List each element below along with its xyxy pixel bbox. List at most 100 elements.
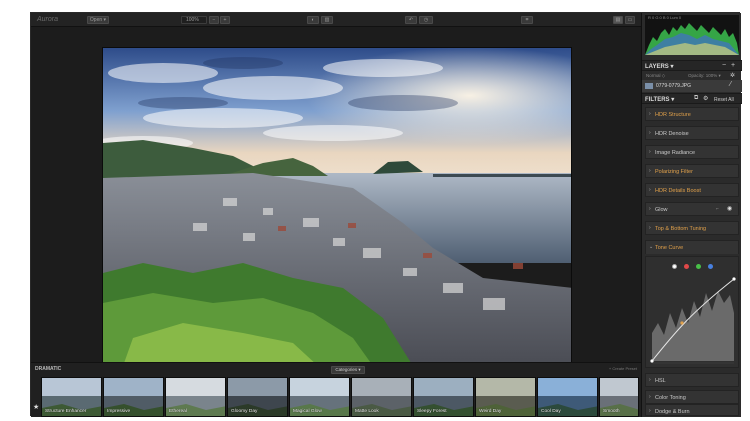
preset-thumb[interactable]: Sleepy Forest — [413, 377, 474, 417]
preset-label: Gloomy Day — [231, 409, 258, 414]
filter-color-toning[interactable]: › Color Toning — [645, 390, 739, 404]
histogram: R 0 G 0 B 0 Lum 0 — [645, 15, 739, 55]
blend-mode-select[interactable]: Normal ◇ — [646, 73, 665, 79]
expand-arrow-icon: › — [649, 168, 651, 174]
layers-header[interactable]: LAYERS ▾ − + — [642, 60, 742, 71]
filter-hdr-denoise[interactable]: › HDR Denoise — [645, 126, 739, 140]
filter-label: Dodge & Burn — [655, 408, 690, 415]
expand-arrow-icon: › — [649, 225, 651, 231]
layer-settings-icon[interactable]: ✲ — [730, 72, 735, 79]
preset-label: Impressive — [107, 409, 131, 414]
preset-thumb[interactable]: Structure Enhancer — [41, 377, 102, 417]
image-canvas[interactable] — [31, 27, 641, 365]
brush-icon[interactable]: ⁄ — [730, 81, 731, 88]
filter-label: HDR Details Boost — [655, 187, 701, 194]
preset-thumb[interactable]: Impressive — [103, 377, 164, 417]
filter-hdr-details-boost[interactable]: › HDR Details Boost — [645, 183, 739, 197]
app-window: Aurora Open ▾ 100% − + ◐ ▥ ↶ ◷ ⌗ ▤ ▭ R 0… — [30, 12, 742, 417]
tone-curve-graph — [650, 277, 736, 364]
filter-label: Top & Bottom Tuning — [655, 225, 707, 232]
preset-label: Smooth — [603, 409, 620, 414]
zoom-in-button[interactable]: + — [220, 16, 230, 24]
filter-hdr-structure[interactable]: › HDR Structure — [645, 107, 739, 121]
tone-curve-editor[interactable] — [645, 256, 739, 368]
expand-arrow-icon: › — [649, 187, 651, 193]
filters-title: FILTERS ▾ — [645, 97, 675, 103]
layer-name: 0779-0779.JPG — [656, 83, 692, 89]
create-preset-button[interactable]: + Create Preset — [609, 366, 637, 371]
filter-hsl[interactable]: › HSL — [645, 373, 739, 387]
preset-label: Structure Enhancer — [45, 409, 87, 414]
compare-icon[interactable]: ◐ — [307, 16, 319, 24]
history-icon[interactable]: ◷ — [419, 16, 433, 24]
visibility-eye-icon[interactable]: ◉ — [727, 205, 732, 212]
expand-arrow-icon: › — [649, 149, 651, 155]
preset-label: Weird Day — [479, 409, 502, 414]
filter-label: HDR Structure — [655, 111, 691, 118]
filter-tone-curve[interactable]: ⌄ Tone Curve — [645, 240, 739, 254]
layer-options-row: Normal ◇ Opacity: 100% ▾ ✲ — [642, 71, 742, 80]
expand-arrow-icon: › — [649, 130, 651, 136]
filter-image-radiance[interactable]: › Image Radiance — [645, 145, 739, 159]
panel-toggle-icon[interactable]: ▤ — [613, 16, 623, 24]
layer-thumbnail — [645, 83, 653, 89]
collapse-arrow-icon: ⌄ — [649, 244, 654, 250]
expand-arrow-icon: › — [649, 206, 651, 212]
opacity-select[interactable]: Opacity: 100% ▾ — [688, 73, 721, 79]
preset-thumb[interactable]: Magical Glow — [289, 377, 350, 417]
layer-minus-icon[interactable]: − — [722, 62, 726, 69]
open-button[interactable]: Open ▾ — [87, 16, 109, 24]
preset-category-title: DRAMATIC — [35, 366, 62, 372]
filter-polarizing[interactable]: › Polarizing Filter — [645, 164, 739, 178]
filter-label: Polarizing Filter — [655, 168, 693, 175]
preset-label: Ethereal — [169, 409, 187, 414]
top-toolbar: Aurora Open ▾ 100% − + ◐ ▥ ↶ ◷ ⌗ ▤ ▭ — [31, 13, 641, 27]
fullscreen-icon[interactable]: ▭ — [625, 16, 635, 24]
preset-label: Magical Glow — [293, 409, 322, 414]
filter-label: Tone Curve — [655, 244, 684, 251]
expand-arrow-icon: › — [649, 111, 651, 117]
filter-glow[interactable]: › Glow ⌐ ◉ — [645, 202, 739, 216]
preset-thumb[interactable]: Smooth — [599, 377, 639, 417]
preset-label: Sleepy Forest — [417, 409, 447, 414]
adjustments-panel: R 0 G 0 B 0 Lum 0 LAYERS ▾ − + Normal ◇ … — [641, 13, 742, 417]
reset-all-button[interactable]: Reset All — [714, 97, 734, 103]
filter-label: Glow — [655, 206, 668, 213]
preset-thumb[interactable]: Weird Day — [475, 377, 536, 417]
add-layer-icon[interactable]: + — [731, 62, 735, 69]
expand-arrow-icon: › — [649, 377, 651, 383]
layer-item[interactable]: 0779-0779.JPG ⁄ — [642, 80, 742, 92]
preset-thumb[interactable]: Ethereal — [165, 377, 226, 417]
undo-icon[interactable]: ↶ — [405, 16, 417, 24]
filter-label: HDR Denoise — [655, 130, 689, 137]
preset-thumb[interactable]: Cool Day — [537, 377, 598, 417]
preset-label: Matte Look — [355, 409, 379, 414]
curve-channel-red[interactable] — [684, 264, 689, 269]
filter-list-icon[interactable]: ⧉ — [694, 95, 698, 102]
filter-settings-icon[interactable]: ⚙ — [703, 95, 708, 102]
favorite-star-icon[interactable]: ★ — [33, 403, 39, 411]
zoom-out-button[interactable]: − — [209, 16, 219, 24]
filter-top-bottom-tuning[interactable]: › Top & Bottom Tuning — [645, 221, 739, 235]
preset-thumb[interactable]: Matte Look — [351, 377, 412, 417]
curve-channel-rgb[interactable] — [672, 264, 677, 269]
curve-channel-green[interactable] — [696, 264, 701, 269]
filter-label: HSL — [655, 377, 666, 384]
preset-strip: DRAMATIC Categories ▾ + Create Preset ★ … — [31, 362, 641, 417]
zoom-select[interactable]: 100% — [181, 16, 207, 24]
filter-dodge-burn[interactable]: › Dodge & Burn — [645, 404, 739, 416]
filters-header[interactable]: FILTERS ▾ ⧉ ⚙ Reset All — [642, 93, 742, 104]
app-logo: Aurora — [37, 16, 59, 23]
expand-arrow-icon: › — [649, 394, 651, 400]
preset-thumb[interactable]: Gloomy Day — [227, 377, 288, 417]
curve-channel-blue[interactable] — [708, 264, 713, 269]
crop-icon[interactable]: ⌗ — [521, 16, 533, 24]
preset-label: Cool Day — [541, 409, 561, 414]
filter-label: Image Radiance — [655, 149, 696, 156]
categories-select[interactable]: Categories ▾ — [331, 366, 365, 374]
pin-icon[interactable]: ⌐ — [716, 206, 719, 212]
layers-title: LAYERS ▾ — [645, 64, 674, 70]
split-view-icon[interactable]: ▥ — [321, 16, 333, 24]
filter-label: Color Toning — [655, 394, 686, 401]
expand-arrow-icon: › — [649, 408, 651, 414]
